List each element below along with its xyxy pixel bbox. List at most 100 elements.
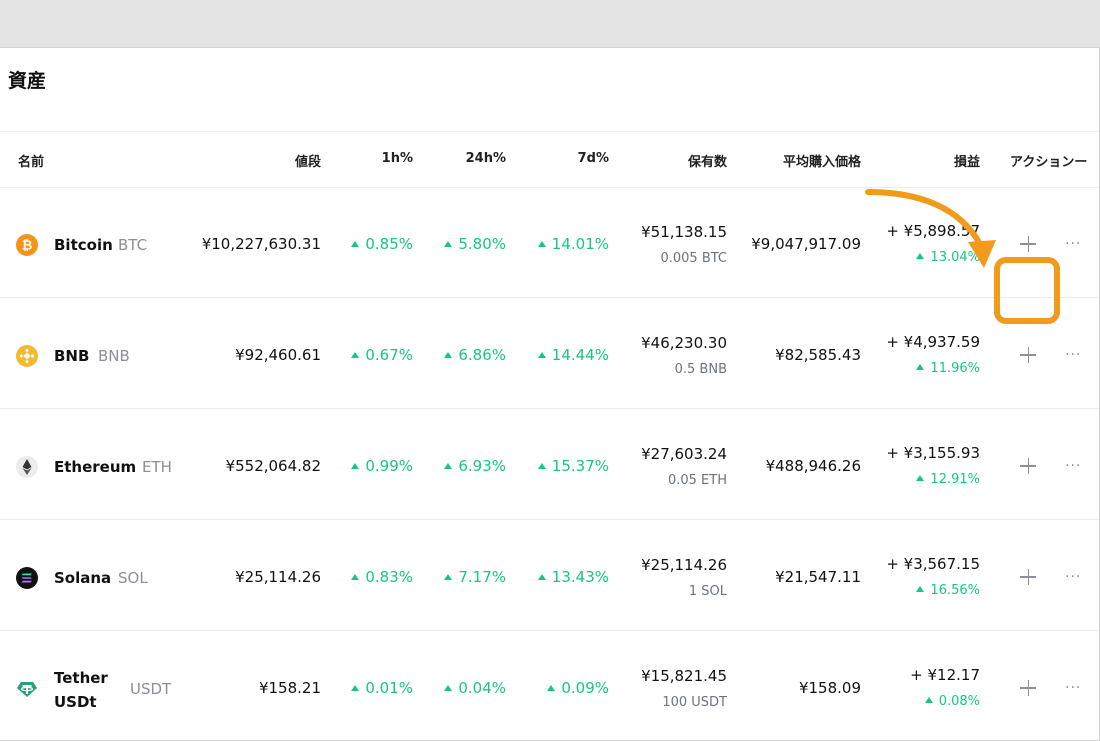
column-name[interactable]: 名前: [18, 151, 44, 170]
change-1h: 0.01%: [351, 679, 413, 697]
holdings-value: ¥25,114.26: [641, 556, 727, 574]
change-24h: 5.80%: [444, 235, 506, 253]
change-7d: 14.44%: [537, 346, 609, 364]
up-triangle-icon: [916, 475, 925, 481]
more-options-icon[interactable]: ···: [1065, 459, 1087, 473]
svg-text:₿: ₿: [22, 239, 33, 254]
coin-name: Ethereum: [54, 458, 137, 476]
holdings-amount: 1 SOL: [688, 584, 727, 599]
tether-icon: [16, 678, 38, 700]
page-title: 資産: [8, 70, 47, 92]
column-avg-price[interactable]: 平均購入価格: [783, 151, 861, 170]
add-transaction-highlight: [994, 257, 1060, 324]
more-options-icon[interactable]: ···: [1065, 348, 1087, 362]
column-pnl[interactable]: 損益: [954, 151, 980, 170]
holdings-value: ¥15,821.45: [641, 667, 727, 685]
up-triangle-icon: [444, 574, 453, 580]
holdings-amount: 0.005 BTC: [660, 251, 727, 266]
coin-symbol: BNB: [98, 347, 130, 365]
pnl-percent: 16.56%: [916, 583, 980, 598]
holdings-value: ¥46,230.30: [641, 334, 727, 352]
more-options-icon[interactable]: ···: [1065, 570, 1087, 584]
assets-panel: 資産 名前 値段 1h% 24h% 7d% 保有数 平均購入価格 損益 アクショ…: [0, 47, 1100, 741]
up-triangle-icon: [924, 697, 933, 703]
column-holdings[interactable]: 保有数: [688, 151, 727, 170]
price-value: ¥10,227,630.31: [201, 235, 321, 253]
holdings-amount: 0.05 ETH: [667, 473, 727, 488]
change-24h: 0.04%: [444, 679, 506, 697]
up-triangle-icon: [351, 574, 360, 580]
bitcoin-icon: ₿: [16, 234, 38, 256]
table-row[interactable]: Solana SOL ¥25,114.26 0.83% 7.17% 13.43%…: [0, 519, 1099, 631]
up-triangle-icon: [537, 241, 546, 247]
avg-price-value: ¥158.09: [798, 679, 861, 697]
up-triangle-icon: [444, 685, 453, 691]
add-transaction-button[interactable]: [1016, 676, 1040, 700]
up-triangle-icon: [547, 685, 556, 691]
more-options-icon[interactable]: ···: [1065, 681, 1087, 695]
up-triangle-icon: [351, 463, 360, 469]
up-triangle-icon: [537, 352, 546, 358]
pnl-value: + ¥12.17: [910, 666, 980, 684]
change-7d: 0.09%: [547, 679, 609, 697]
up-triangle-icon: [351, 241, 360, 247]
coin-symbol: ETH: [142, 458, 172, 476]
pnl-value: + ¥3,155.93: [886, 444, 980, 462]
up-triangle-icon: [537, 463, 546, 469]
pnl-value: + ¥4,937.59: [886, 333, 980, 351]
holdings-value: ¥27,603.24: [641, 445, 727, 463]
coin-name: Solana: [54, 569, 112, 587]
change-24h: 7.17%: [444, 568, 506, 586]
table-row[interactable]: Tether USDt USDT ¥158.21 0.01% 0.04% 0.09…: [0, 630, 1099, 740]
pnl-percent: 0.08%: [924, 694, 980, 709]
coin-name: Bitcoin: [54, 236, 113, 254]
bnb-icon: [16, 345, 38, 367]
column-price[interactable]: 値段: [295, 151, 321, 170]
change-7d: 13.43%: [537, 568, 609, 586]
add-transaction-button[interactable]: [1016, 232, 1040, 256]
coin-name: Tether USDt: [54, 669, 108, 711]
change-7d: 15.37%: [537, 457, 609, 475]
up-triangle-icon: [351, 685, 360, 691]
table-row[interactable]: Ethereum ETH ¥552,064.82 0.99% 6.93% 15.…: [0, 408, 1099, 520]
add-transaction-button[interactable]: [1016, 565, 1040, 589]
column-actions: アクションー: [1010, 155, 1088, 170]
price-value: ¥92,460.61: [235, 346, 321, 364]
ethereum-icon: [16, 456, 38, 478]
change-24h: 6.86%: [444, 346, 506, 364]
more-options-icon[interactable]: ···: [1065, 237, 1087, 251]
column-1h[interactable]: 1h%: [382, 151, 413, 166]
up-triangle-icon: [916, 364, 925, 370]
change-1h: 0.83%: [351, 568, 413, 586]
avg-price-value: ¥488,946.26: [765, 457, 861, 475]
avg-price-value: ¥21,547.11: [775, 568, 861, 586]
coin-name: BNB: [54, 347, 90, 365]
pnl-value: + ¥3,567.15: [886, 555, 980, 573]
holdings-value: ¥51,138.15: [641, 223, 727, 241]
change-1h: 0.67%: [351, 346, 413, 364]
holdings-amount: 100 USDT: [662, 695, 727, 710]
up-triangle-icon: [351, 352, 360, 358]
pnl-percent: 12.91%: [916, 472, 980, 487]
price-value: ¥158.21: [258, 679, 321, 697]
add-transaction-button[interactable]: [1016, 454, 1040, 478]
change-7d: 14.01%: [537, 235, 609, 253]
solana-icon: [16, 567, 38, 589]
holdings-amount: 0.5 BNB: [674, 362, 727, 377]
up-triangle-icon: [444, 352, 453, 358]
change-24h: 6.93%: [444, 457, 506, 475]
pnl-percent: 11.96%: [916, 361, 980, 376]
up-triangle-icon: [444, 463, 453, 469]
coin-symbol: USDT: [130, 680, 172, 698]
window-top-bar: [0, 0, 1100, 47]
change-1h: 0.85%: [351, 235, 413, 253]
coin-symbol: BTC: [118, 236, 148, 254]
column-24h[interactable]: 24h%: [466, 151, 506, 166]
column-7d[interactable]: 7d%: [578, 151, 609, 166]
avg-price-value: ¥82,585.43: [775, 346, 861, 364]
price-value: ¥25,114.26: [235, 568, 321, 586]
up-triangle-icon: [444, 241, 453, 247]
table-row[interactable]: BNB BNB ¥92,460.61 0.67% 6.86% 14.44% ¥4…: [0, 297, 1099, 409]
up-triangle-icon: [916, 586, 925, 592]
add-transaction-button[interactable]: [1016, 343, 1040, 367]
